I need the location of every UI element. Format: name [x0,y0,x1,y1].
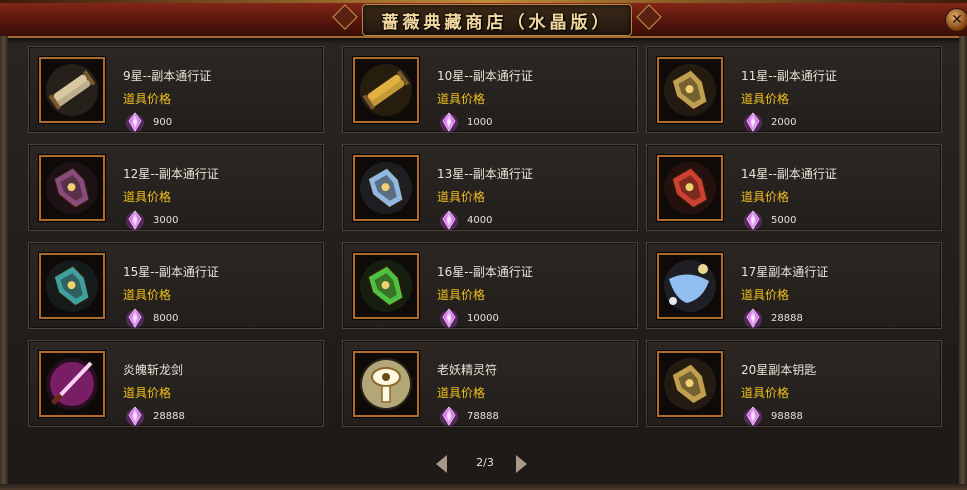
crystal-icon [439,111,459,133]
crystal-icon [125,307,145,329]
ornate-scepter-icon[interactable] [657,57,723,123]
flame-sword-icon[interactable] [39,351,105,417]
price-value: 10000 [467,313,499,324]
shop-item-card[interactable]: 9星--副本通行证 道具价格 900 [28,46,324,133]
crystal-icon [743,307,763,329]
price-value: 1000 [467,117,493,128]
title-plate: 蔷薇典藏商店（水晶版） [362,4,632,36]
golden-scroll-icon[interactable] [353,57,419,123]
price-value: 4000 [467,215,493,226]
page-indicator: 2/3 [476,456,494,469]
price-value: 28888 [771,313,803,324]
price-value: 78888 [467,411,499,422]
item-name: 15星--副本通行证 [123,265,219,279]
price-label: 道具价格 [123,190,172,204]
crystal-icon [743,111,763,133]
item-name: 11星--副本通行证 [741,69,837,83]
crystal-icon [743,405,763,427]
shop-item-card[interactable]: 12星--副本通行证 道具价格 3000 [28,144,324,231]
item-grid: 9星--副本通行证 道具价格 900 10星--副本通行证 道具价格 1000 11星--副… [28,46,952,442]
dungeon-key-icon[interactable] [657,351,723,417]
price-value: 3000 [153,215,179,226]
price-label: 道具价格 [123,288,172,302]
next-page-button[interactable] [516,455,527,473]
shop-item-card[interactable]: 20星副本钥匙 道具价格 98888 [646,340,942,427]
shop-item-card[interactable]: 16星--副本通行证 道具价格 10000 [342,242,638,329]
scroll-bundle-icon[interactable] [39,57,105,123]
price-value: 2000 [771,117,797,128]
item-name: 10星--副本通行证 [437,69,533,83]
frost-gauntlet-icon[interactable] [353,155,419,221]
shop-item-card[interactable]: 老妖精灵符道具价格 78888 [342,340,638,427]
price-value: 900 [153,117,173,128]
emerald-gauntlet-icon[interactable] [353,253,419,319]
item-name: 14星--副本通行证 [741,167,837,181]
prev-page-button[interactable] [436,455,447,473]
item-name: 17星副本通行证 [741,265,829,279]
frame-left [0,36,8,490]
price-value: 5000 [771,215,797,226]
price-label: 道具价格 [741,92,790,106]
blue-scroll-icon[interactable] [657,253,723,319]
price-label: 道具价格 [437,386,486,400]
bottom-edge [0,484,967,490]
spirit-talisman-icon[interactable] [353,351,419,417]
crystal-icon [439,209,459,231]
crystal-icon [125,209,145,231]
price-value: 28888 [153,411,185,422]
item-name: 13星--副本通行证 [437,167,533,181]
price-label: 道具价格 [741,190,790,204]
price-label: 道具价格 [437,288,486,302]
price-label: 道具价格 [437,190,486,204]
price-value: 8000 [153,313,179,324]
close-button[interactable]: ✕ [945,8,967,32]
shop-item-card[interactable]: 17星副本通行证 道具价格 28888 [646,242,942,329]
crystal-icon [743,209,763,231]
demon-gauntlet-icon[interactable] [39,155,105,221]
shop-item-card[interactable]: 10星--副本通行证 道具价格 1000 [342,46,638,133]
item-name: 16星--副本通行证 [437,265,533,279]
item-name: 老妖精灵符 [437,363,498,377]
fire-gauntlet-icon[interactable] [657,155,723,221]
item-name: 9星--副本通行证 [123,69,212,83]
price-value: 98888 [771,411,803,422]
title-ornament-left [332,4,358,30]
close-icon: ✕ [951,12,963,28]
price-label: 道具价格 [741,288,790,302]
item-name: 炎魄斩龙剑 [123,363,184,377]
shop-item-card[interactable]: 15星--副本通行证 道具价格 8000 [28,242,324,329]
jade-bracer-icon[interactable] [39,253,105,319]
title-bar[interactable]: 蔷薇典藏商店（水晶版） ✕ [0,0,967,38]
crystal-icon [125,111,145,133]
item-name: 12星--副本通行证 [123,167,219,181]
shop-item-card[interactable]: 11星--副本通行证 道具价格 2000 [646,46,942,133]
title-ornament-right [636,4,662,30]
shop-item-card[interactable]: 13星--副本通行证 道具价格 4000 [342,144,638,231]
shop-item-card[interactable]: 14星--副本通行证 道具价格 5000 [646,144,942,231]
crystal-icon [439,405,459,427]
pagination: 2/3 [430,452,540,476]
window-title: 蔷薇典藏商店（水晶版） [381,12,613,33]
item-name: 20星副本钥匙 [741,363,817,377]
shop-window: 蔷薇典藏商店（水晶版） ✕ 9星--副本通行证 道具价格 900 10星--副本通行证… [0,0,967,490]
shop-item-card[interactable]: 炎魄斩龙剑道具价格 28888 [28,340,324,427]
price-label: 道具价格 [123,92,172,106]
crystal-icon [125,405,145,427]
crystal-icon [439,307,459,329]
price-label: 道具价格 [741,386,790,400]
frame-right [959,36,967,490]
price-label: 道具价格 [123,386,172,400]
price-label: 道具价格 [437,92,486,106]
